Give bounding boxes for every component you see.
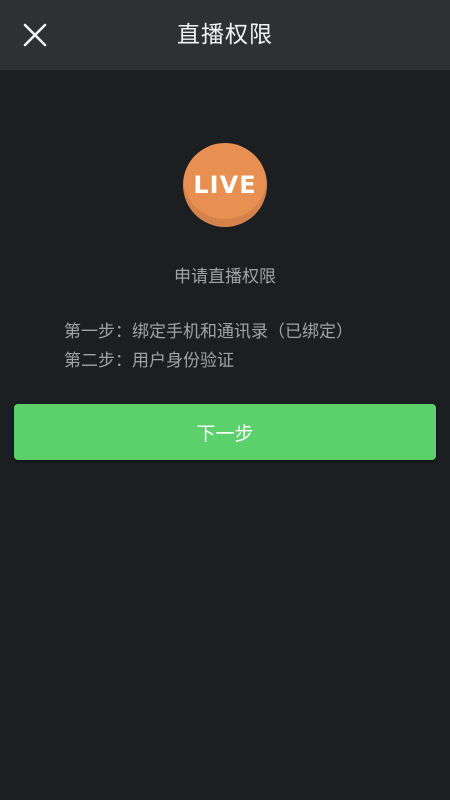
step-one: 第一步：绑定手机和通讯录（已绑定） (64, 322, 353, 342)
live-logo: LIVE (183, 143, 267, 227)
live-logo-text: LIVE (193, 171, 257, 199)
steps-list: 第一步：绑定手机和通讯录（已绑定） 第二步：用户身份验证 (64, 318, 434, 376)
page-title: 直播权限 (177, 22, 273, 48)
next-step-button[interactable]: 下一步 (14, 404, 436, 460)
step-two: 第二步：用户身份验证 (64, 351, 234, 371)
apply-title: 申请直播权限 (174, 267, 276, 287)
top-bar: 直播权限 (0, 0, 450, 70)
